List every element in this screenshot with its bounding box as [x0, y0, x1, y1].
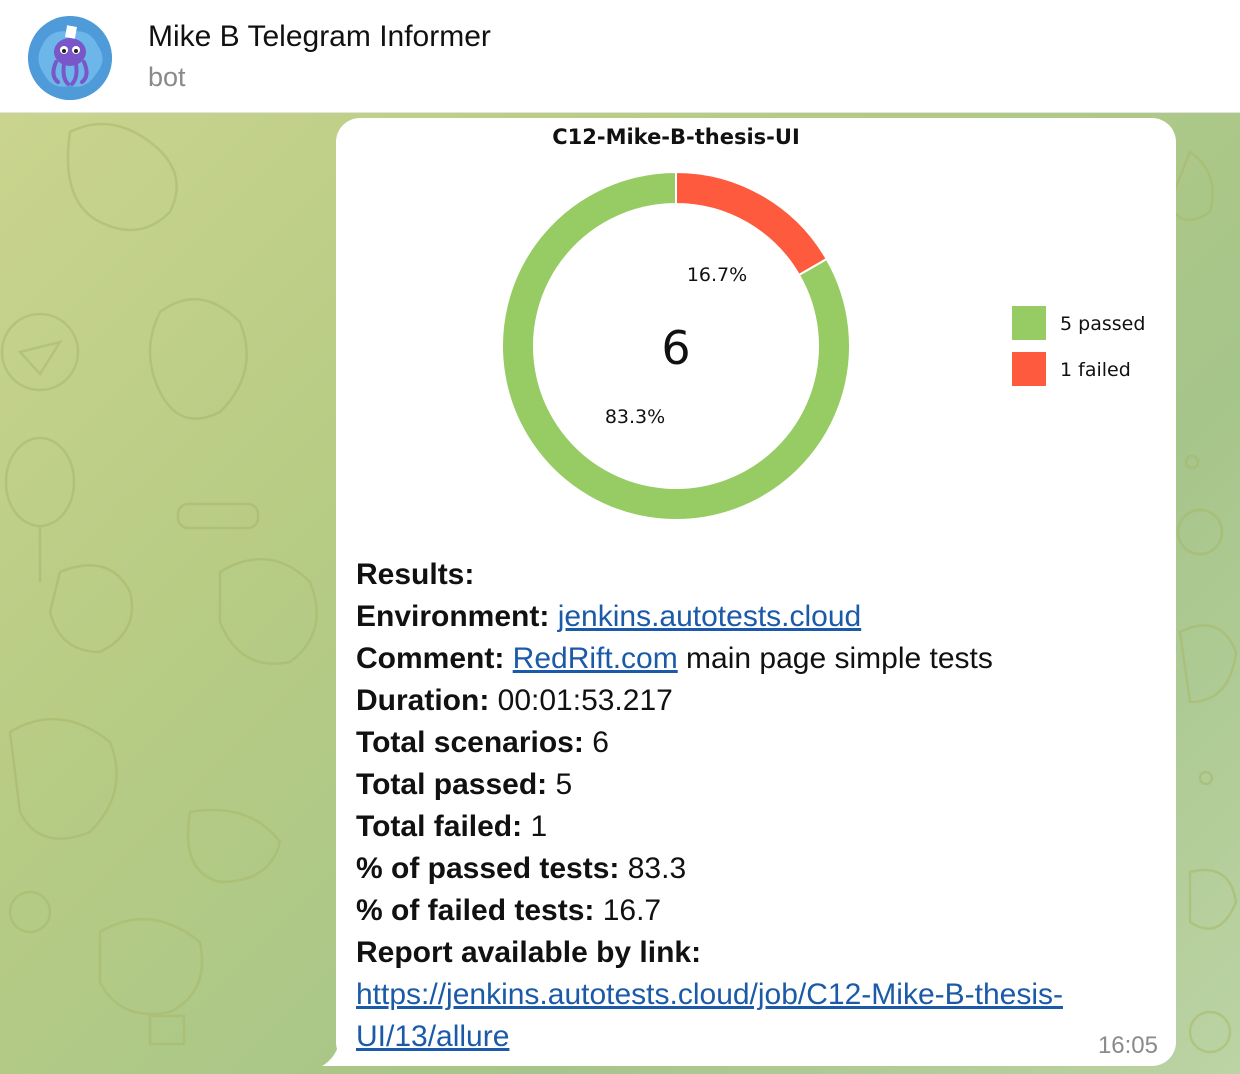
chat-subtitle: bot [148, 62, 186, 92]
chart-legend: 5 passed 1 failed [1012, 306, 1145, 386]
environment-line: Environment: jenkins.autotests.cloud [356, 600, 862, 633]
comment-link[interactable]: RedRift.com [513, 642, 678, 675]
chat-title: Mike B Telegram Informer [148, 20, 491, 53]
total-failed-line: Total failed: 1 [356, 810, 548, 843]
pie-slice-1-failed[interactable] [675, 170, 829, 277]
comment-line: Comment: RedRift.com main page simple te… [356, 642, 993, 675]
results-text: Results: Environment: jenkins.autotests.… [356, 554, 1156, 1058]
total-scenarios-line: Total scenarios: 6 [356, 726, 609, 759]
environment-link[interactable]: jenkins.autotests.cloud [558, 600, 862, 633]
passed-percent-line: % of passed tests: 83.3 [356, 852, 687, 885]
report-link-line2[interactable]: UI/13/allure [356, 1016, 1156, 1058]
duration-line: Duration: 00:01:53.217 [356, 684, 673, 717]
total-passed-line: Total passed: 5 [356, 768, 573, 801]
report-label-line: Report available by link: [356, 936, 702, 969]
message-bubble[interactable]: C12-Mike-B-thesis-UI 6 16.7% 83.3% 5 pass… [336, 118, 1176, 1066]
bot-avatar[interactable] [28, 16, 112, 100]
chart-title: C12-Mike-B-thesis-UI [552, 125, 800, 149]
slice-percent-label: 83.3% [605, 406, 665, 428]
legend-label: 1 failed [1060, 359, 1131, 381]
report-link-line1[interactable]: https://jenkins.autotests.cloud/job/C12-… [356, 974, 1156, 1016]
chat-header[interactable]: Mike B Telegram Informer bot [0, 0, 1240, 113]
octopus-bot-icon [28, 16, 112, 100]
slice-percent-label: 16.7% [687, 264, 747, 286]
legend-swatch [1012, 352, 1046, 386]
legend-label: 5 passed [1060, 313, 1145, 335]
results-heading: Results: [356, 558, 475, 591]
failed-percent-line: % of failed tests: 16.7 [356, 894, 662, 927]
legend-swatch [1012, 306, 1046, 340]
message-time: 16:05 [1097, 1032, 1158, 1059]
center-total-label: 6 [661, 321, 690, 375]
results-pie-chart[interactable]: C12-Mike-B-thesis-UI 6 16.7% 83.3% 5 pass… [336, 118, 1176, 538]
